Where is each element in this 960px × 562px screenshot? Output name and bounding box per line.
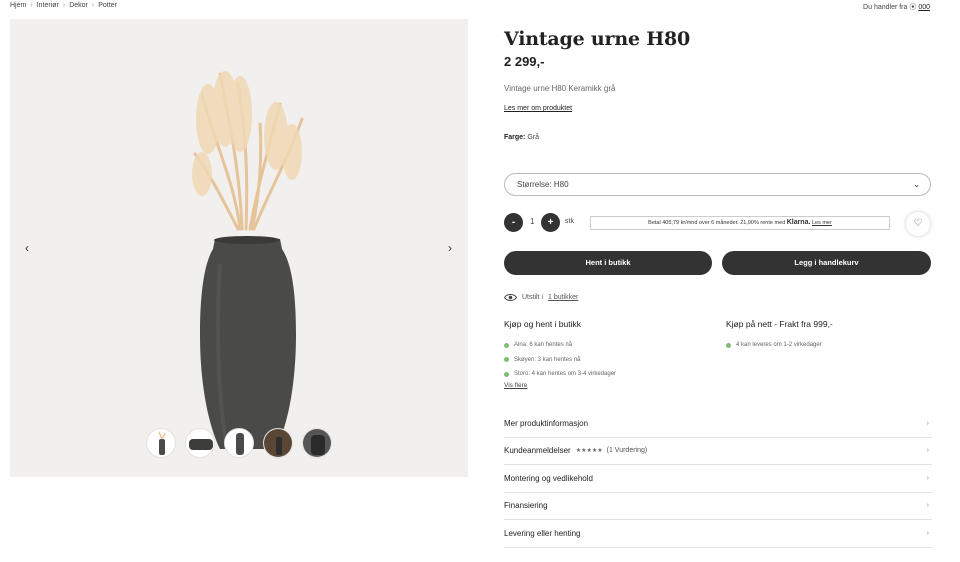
chevron-right-icon: › [926,502,929,510]
availability-text: 4 kan leveres om 1-2 virkedager [736,342,822,349]
stock-dot-icon [504,342,509,348]
add-to-cart-button[interactable]: Legg i handlekurv [722,251,931,275]
urn-rim [214,236,280,244]
exhibited-label: Utstilt i [522,294,543,301]
exhibited-stores-link[interactable]: 1 butikker [548,294,578,301]
eye-icon [504,294,517,301]
klarna-banner: Betal 405,79 kr/mnd over 6 måneder. 21,9… [590,216,890,230]
breadcrumb-pots[interactable]: Potter [98,2,117,9]
product-gallery: ‹ › [10,19,468,477]
chevron-right-icon: › [926,447,929,455]
availability-text: Alna: 6 kan hentes nå [514,342,573,349]
show-more-link[interactable]: Vis flere [504,382,527,389]
online-availability-list: 4 kan leveres om 1-2 virkedager [726,338,822,353]
thumbnail-urn-small-icon [236,433,244,455]
quantity-unit: stk [565,218,574,225]
quantity-row: - 1 + stk Betal 405,79 kr/mnd over 6 mån… [504,212,932,236]
accordion-label: Kundeanmeldelser [504,446,571,456]
thumbnail-4[interactable] [263,428,293,458]
pickup-availability-list: Alna: 6 kan hentes nå Skøyen: 3 kan hent… [504,338,616,382]
chevron-down-icon: ⌄ [913,180,920,189]
accordion-product-info[interactable]: Mer produktinformasjon › [504,410,932,438]
color-label: Farge: [504,134,526,141]
color-value: Grå [527,134,540,141]
thumbnail-urn-icon [158,431,166,455]
accordion-financing[interactable]: Finansiering › [504,493,932,520]
urn-body [200,239,296,449]
thumbnail-detail-icon [303,429,331,457]
stock-dot-icon [726,342,731,348]
accordion-label: Montering og vedlikehold [504,473,593,483]
accordion-label: Finansiering [504,501,548,511]
accordion-assembly[interactable]: Montering og vedlikehold › [504,465,932,493]
quantity-value[interactable]: 1 [530,217,534,226]
accordion-label: Mer produktinformasjon [504,418,589,428]
pickup-in-store-button[interactable]: Hent i butikk [504,251,712,275]
thumbnail-urn-side-icon [189,439,213,450]
color-row: Farge: Grå [504,134,539,141]
list-item: Alna: 6 kan hentes nå [504,338,616,353]
breadcrumb-separator: › [30,2,33,9]
thumbnail-2[interactable] [185,428,215,458]
heart-icon[interactable]: ♡ [906,212,930,236]
size-select[interactable]: Størrelse: H80 ⌄ [504,173,931,196]
store-label: Du handler fra [863,4,908,11]
product-image [192,71,304,449]
chevron-right-icon: › [926,529,929,537]
accordion-label: Levering eller henting [504,528,581,538]
list-item: Skøyen: 3 kan hentes nå [504,353,616,368]
store-picker[interactable]: Du handler fra ⦿ 000 [863,2,930,12]
stock-dot-icon [504,371,509,377]
pickup-title: Kjøp og hent i butikk [504,319,582,329]
store-pin-icon: ⦿ [909,4,917,11]
breadcrumb-home[interactable]: Hjem [10,2,26,9]
product-accordion: Mer produktinformasjon › Kundeanmeldelse… [504,410,932,548]
accordion-delivery[interactable]: Levering eller henting › [504,520,932,548]
list-item: 4 kan leveres om 1-2 virkedager [726,338,822,353]
breadcrumb-interior[interactable]: Interiør [37,2,59,9]
klarna-logo: Klarna. [786,219,811,226]
read-more-link[interactable]: Les mer om produktet [504,105,572,112]
product-info: Vintage urne H80 2 299,- Vintage urne H8… [504,28,932,548]
quantity-decrease-button[interactable]: - [504,213,523,232]
thumbnail-1[interactable] [146,428,176,458]
thumbnail-5[interactable] [302,428,332,458]
accordion-reviews[interactable]: Kundeanmeldelser ★★★★★ (1 Vurdering) › [504,438,932,465]
breadcrumb-separator: › [62,2,66,9]
availability-text: Skøyen: 3 kan hentes nå [514,356,581,363]
store-value[interactable]: 000 [918,4,930,11]
chevron-right-icon[interactable]: › [443,241,457,255]
thumbnail-room-icon [264,429,292,457]
thumbnail-3[interactable] [224,428,254,458]
product-title: Vintage urne H80 [504,28,691,50]
size-select-value: Størrelse: H80 [517,180,569,189]
availability-text: Storo: 4 kan hentes om 3-4 virkedager [514,371,617,378]
exhibited-row: Utstilt i 1 butikker [504,293,578,302]
stock-dot-icon [504,357,509,363]
thumbnail-strip [146,428,332,458]
chevron-right-icon: › [926,474,929,482]
klarna-read-more-link[interactable]: Les mer [812,220,832,226]
chevron-right-icon: › [926,419,929,427]
review-count: (1 Vurdering) [606,447,648,455]
product-price: 2 299,- [504,54,545,69]
breadcrumb-separator: › [91,2,95,9]
rating-stars-icon: ★★★★★ [575,448,603,455]
breadcrumb: Hjem › Interiør › Dekor › Potter [10,2,117,9]
chevron-left-icon[interactable]: ‹ [20,241,34,255]
quantity-increase-button[interactable]: + [541,213,560,232]
breadcrumb-decor[interactable]: Dekor [69,2,88,9]
list-item: Storo: 4 kan hentes om 3-4 virkedager [504,367,616,382]
online-title: Kjøp på nett - Frakt fra 999,- [726,319,833,329]
product-subtitle: Vintage urne H80 Keramikk grå [504,84,616,93]
klarna-text: Betal 405,79 kr/mnd over 6 måneder. 21,9… [648,220,786,226]
